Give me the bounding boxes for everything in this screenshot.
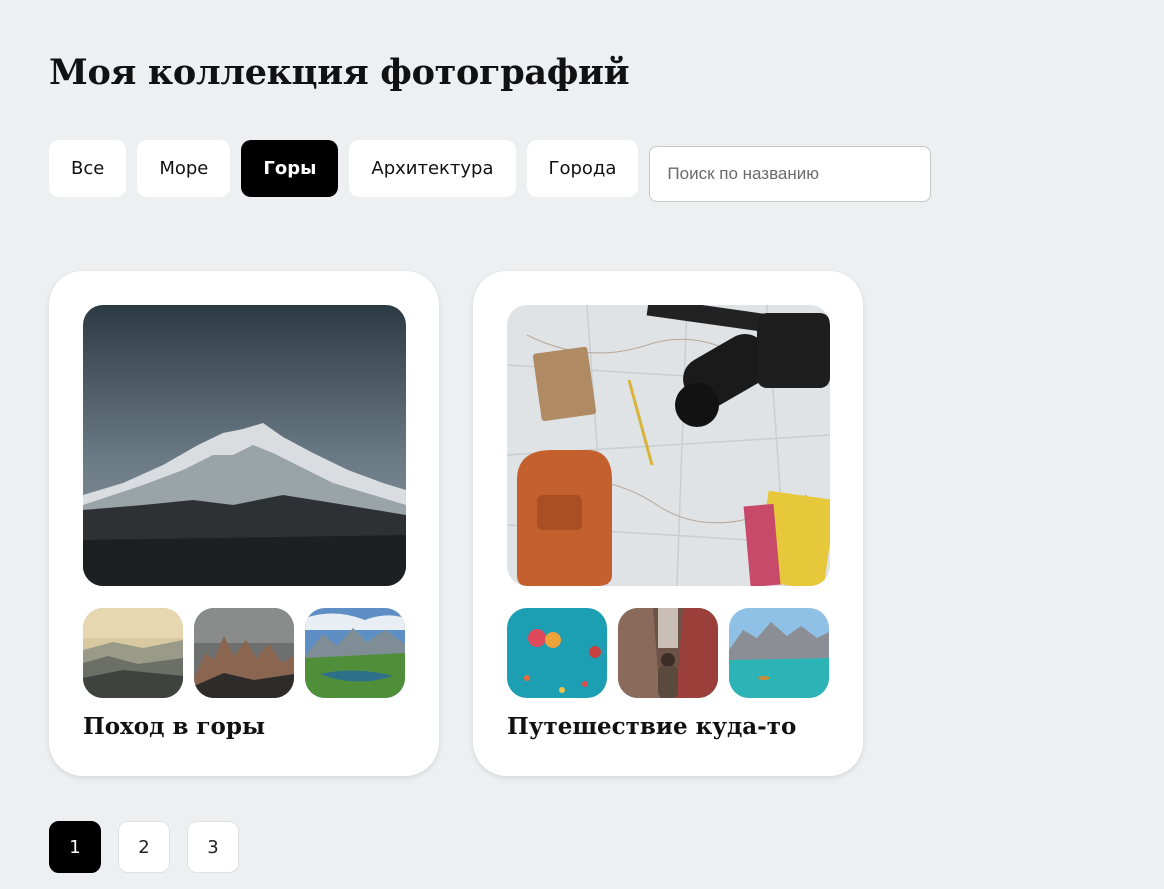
collection-main-photo[interactable]	[83, 305, 406, 586]
collection-main-photo[interactable]	[507, 305, 830, 586]
collection-title: Путешествие куда-то	[507, 713, 797, 740]
map-camera-flatlay-image	[507, 305, 830, 586]
rocky-peaks-image	[194, 608, 294, 698]
collection-thumbnails	[507, 608, 829, 698]
mountain-lake-image	[305, 608, 405, 698]
filter-tab-sea[interactable]: Море	[137, 140, 231, 197]
page-button-2[interactable]: 2	[118, 821, 170, 873]
filter-tab-cities[interactable]: Города	[526, 140, 639, 197]
collection-card[interactable]: Поход в горы	[49, 271, 439, 776]
thumbnail-mountain-lake[interactable]	[305, 608, 405, 698]
collection-thumbnails	[83, 608, 405, 698]
thumbnail-narrow-street[interactable]	[618, 608, 718, 698]
filter-tab-mountains[interactable]: Горы	[241, 140, 339, 197]
filter-tab-all[interactable]: Все	[49, 140, 127, 197]
snowy-mountain-peak-image	[83, 305, 406, 586]
narrow-street-image	[618, 608, 718, 698]
thumbnail-hot-air-balloons[interactable]	[507, 608, 607, 698]
collection-card[interactable]: Путешествие куда-то	[473, 271, 863, 776]
hot-air-balloons-image	[507, 608, 607, 698]
thumbnail-rocky-peaks[interactable]	[194, 608, 294, 698]
search-input[interactable]	[649, 146, 932, 202]
collection-title: Поход в горы	[83, 713, 266, 740]
filter-tab-architecture[interactable]: Архитектура	[349, 140, 516, 197]
pagination: 1 2 3	[49, 821, 239, 873]
page-button-3[interactable]: 3	[187, 821, 239, 873]
filter-bar: Все Море Горы Архитектура Города	[49, 140, 932, 202]
thumbnail-turquoise-lake[interactable]	[729, 608, 829, 698]
page-title: Моя коллекция фотографий	[49, 52, 630, 93]
page-button-1[interactable]: 1	[49, 821, 101, 873]
turquoise-lake-image	[729, 608, 829, 698]
misty-hills-image	[83, 608, 183, 698]
thumbnail-misty-hills[interactable]	[83, 608, 183, 698]
